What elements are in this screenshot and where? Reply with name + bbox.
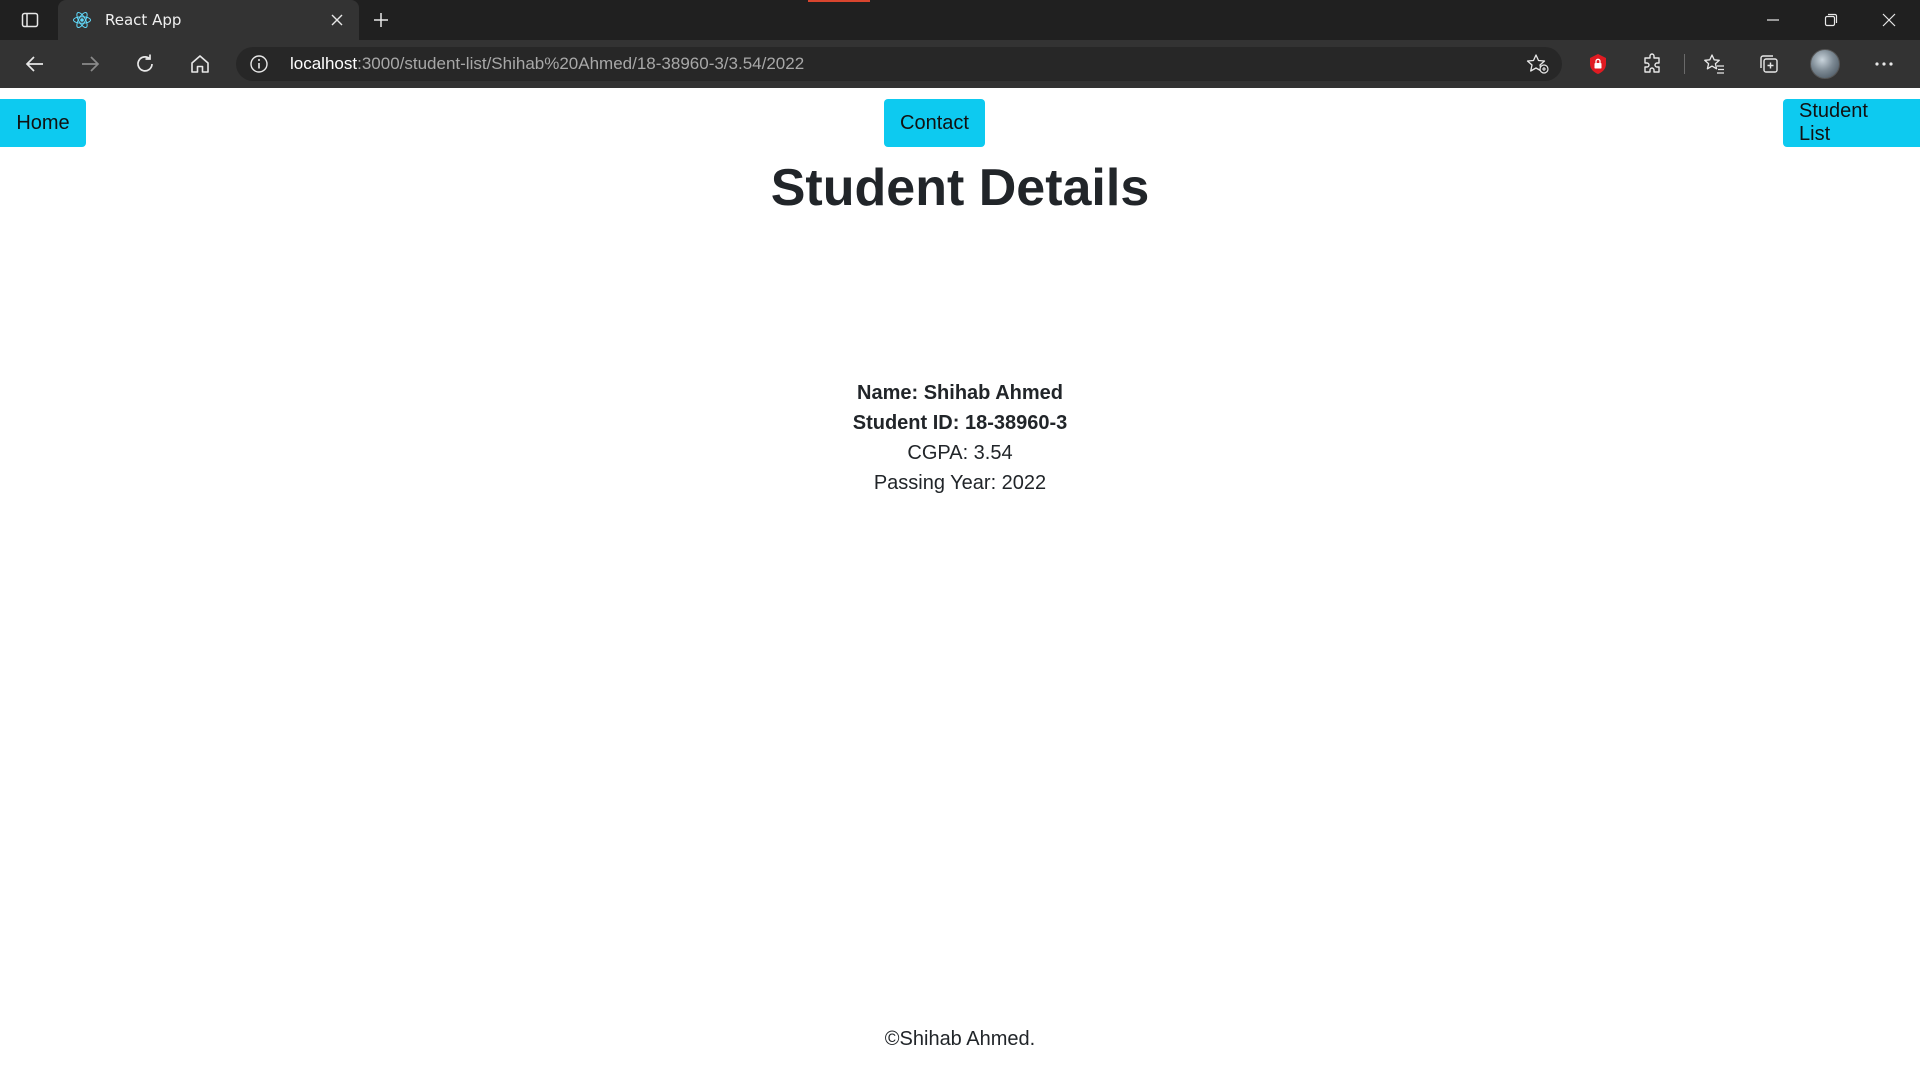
react-logo-icon <box>72 10 92 30</box>
browser-toolbar: localhost:3000/student-list/Shihab%20Ahm… <box>0 40 1920 88</box>
student-details: Name: Shihab Ahmed Student ID: 18-38960-… <box>0 378 1920 498</box>
browser-tab[interactable]: React App <box>58 0 359 40</box>
url-text[interactable]: localhost:3000/student-list/Shihab%20Ahm… <box>290 54 804 74</box>
star-plus-icon[interactable] <box>1526 53 1550 75</box>
restore-icon[interactable] <box>1808 4 1854 36</box>
arrow-left-icon[interactable] <box>17 48 53 80</box>
student-name: Name: Shihab Ahmed <box>857 382 1063 404</box>
home-icon[interactable] <box>182 48 218 80</box>
minimize-icon[interactable] <box>1750 4 1796 36</box>
favorites-icon[interactable] <box>1696 48 1732 80</box>
arrow-right-icon[interactable] <box>72 48 108 80</box>
tab-actions-icon[interactable] <box>10 4 50 36</box>
browser-titlebar: React App <box>0 0 1920 40</box>
url-host: localhost <box>290 54 358 73</box>
profile-avatar[interactable] <box>1810 49 1840 79</box>
student-cgpa: CGPA: 3.54 <box>907 442 1013 464</box>
info-icon[interactable] <box>248 53 270 75</box>
url-path: :3000/student-list/Shihab%20Ahmed/18-389… <box>357 54 805 73</box>
plus-icon[interactable] <box>366 4 396 36</box>
close-icon[interactable] <box>325 8 349 32</box>
puzzle-icon[interactable] <box>1635 48 1671 80</box>
recording-indicator <box>808 0 870 2</box>
address-bar[interactable]: localhost:3000/student-list/Shihab%20Ahm… <box>236 47 1562 81</box>
student-id: Student ID: 18-38960-3 <box>852 412 1068 434</box>
home-nav-button[interactable]: Home <box>0 99 86 147</box>
lock-extension-icon[interactable] <box>1580 48 1616 80</box>
refresh-icon[interactable] <box>127 48 163 80</box>
page-title: Student Details <box>770 159 1150 217</box>
contact-nav-button[interactable]: Contact <box>884 99 985 147</box>
page-viewport: Home Contact Student List Student Detail… <box>0 88 1920 1080</box>
window-close-icon[interactable] <box>1866 4 1912 36</box>
tab-title: React App <box>105 11 182 29</box>
more-icon[interactable] <box>1866 48 1902 80</box>
student-passing-year: Passing Year: 2022 <box>873 472 1047 494</box>
collections-icon[interactable] <box>1751 48 1787 80</box>
page-footer: ©Shihab Ahmed. <box>884 1028 1036 1050</box>
student-list-nav-button[interactable]: Student List <box>1783 99 1920 147</box>
toolbar-divider <box>1684 54 1685 74</box>
